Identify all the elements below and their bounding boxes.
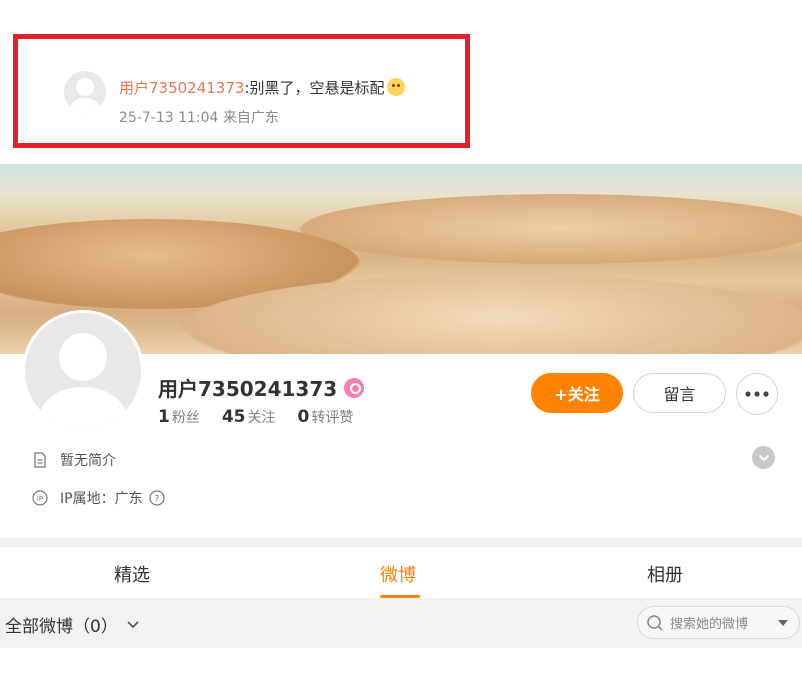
svg-text:?: ? [154,495,159,505]
more-options-button[interactable] [736,373,778,415]
doge-emoji-icon [386,78,405,96]
default-avatar-icon [68,78,102,113]
message-button[interactable]: 留言 [633,373,726,413]
tab-weibo[interactable]: 微博 [380,561,416,587]
profile-tabs: 精选 微博 相册 [0,546,802,598]
feed-filter-bar: 全部微博（0） 搜索她的微博 [0,598,802,648]
section-divider [0,538,802,546]
profile-name-row: 用户7350241373 [158,373,365,402]
stat-interactions[interactable]: 0 转评赞 [298,407,354,427]
default-avatar-icon [35,333,131,429]
gender-female-icon [344,377,365,398]
ip-location-text: IP属地：广东 [60,491,143,507]
comment-text: :别黑了，空悬是标配 [244,79,385,97]
tab-album[interactable]: 相册 [647,561,683,587]
profile-bio-row: 暂无简介 [32,450,116,470]
dropdown-triangle-icon [778,619,788,626]
document-icon [32,452,48,468]
stat-label: 关注 [247,410,276,426]
expand-profile-button[interactable] [752,446,775,469]
chevron-down-icon [758,454,769,461]
ip-location-row: IP IP属地：广东 ? [32,488,177,508]
search-posts-input[interactable]: 搜索她的微博 [637,606,800,639]
stat-number: 0 [297,407,310,427]
ip-icon: IP [32,490,48,506]
tab-featured[interactable]: 精选 [114,561,150,587]
stat-number: 1 [158,407,170,427]
svg-text:IP: IP [37,495,43,503]
comment-line: 用户7350241373:别黑了，空悬是标配 [119,77,405,98]
highlighted-comment: 用户7350241373:别黑了，空悬是标配 25-7-13 11:04 来自广… [13,34,470,148]
stat-label: 转评赞 [311,410,354,426]
all-posts-filter[interactable]: 全部微博（0） [5,612,140,637]
search-icon [647,614,663,631]
all-posts-filter-label: 全部微博（0） [5,617,118,637]
feed-area [0,648,802,685]
stat-fans[interactable]: 1 粉丝 [158,407,200,427]
profile-avatar[interactable] [22,310,144,432]
profile-name: 用户7350241373 [158,377,338,401]
stat-label: 粉丝 [171,410,200,426]
more-dots-icon [745,391,769,397]
help-icon[interactable]: ? [148,490,165,506]
stat-number: 45 [221,407,246,427]
comment-username-link[interactable]: 用户7350241373 [119,79,244,97]
comment-timestamp-source: 25-7-13 11:04 来自广东 [119,110,279,126]
stat-following[interactable]: 45 关注 [222,407,276,427]
profile-stats: 1 粉丝 45 关注 0 转评赞 [158,407,375,427]
comment-avatar[interactable] [64,71,106,113]
follow-button[interactable]: +关注 [531,373,623,413]
chevron-down-icon [127,621,139,629]
search-placeholder: 搜索她的微博 [670,617,749,632]
profile-bio: 暂无简介 [60,453,116,469]
